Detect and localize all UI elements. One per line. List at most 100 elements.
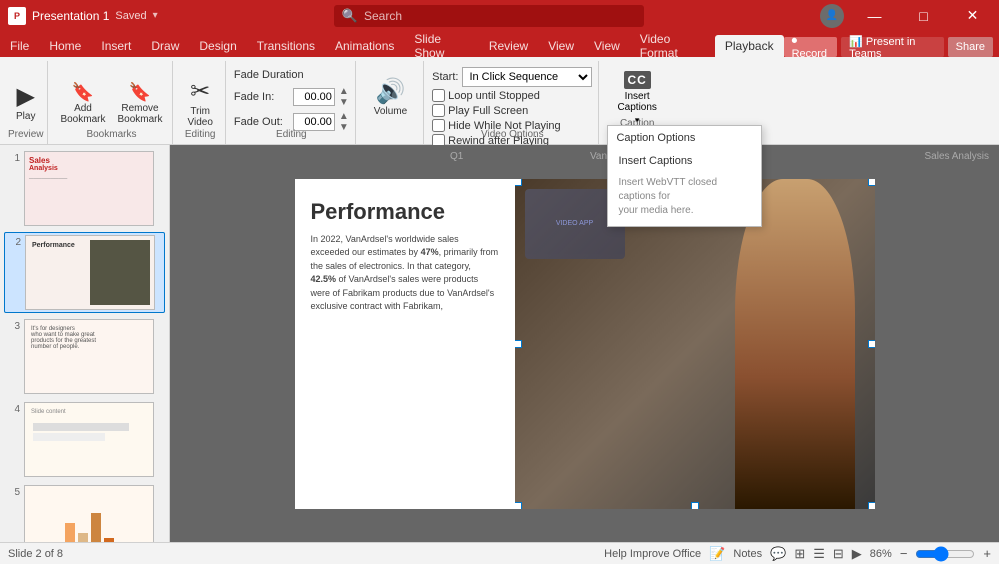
view-sort-icon[interactable]: ☰ (813, 546, 825, 562)
sel-handle-bc[interactable] (691, 502, 699, 509)
search-bar[interactable]: 🔍 (334, 5, 644, 27)
volume-icon: 🔊 (376, 80, 406, 104)
help-improve[interactable]: Help Improve Office (604, 548, 701, 560)
fade-group-label: Editing (228, 129, 355, 140)
perf-video-area[interactable]: VIDEO APP (515, 179, 875, 509)
notes-button[interactable]: 📝 (709, 546, 725, 562)
sel-handle-bl[interactable] (515, 502, 522, 509)
document-title: Presentation 1 (32, 9, 109, 23)
slide-thumb-5[interactable]: 5 (4, 483, 165, 542)
sel-handle-br[interactable] (868, 502, 875, 509)
titlebar-left: P Presentation 1 Saved ▾ (0, 7, 158, 25)
slide-thumb-4[interactable]: 4 Slide content (4, 400, 165, 479)
captions-dropdown-info: Insert WebVTT closed captions for your m… (608, 172, 761, 226)
zoom-in-icon[interactable]: + (983, 546, 991, 561)
tab-draw[interactable]: Draw (141, 35, 189, 57)
slide-num-2: 2 (7, 237, 21, 248)
tab-playback[interactable]: Playback (715, 35, 784, 57)
remove-bookmark-icon: 🔖 (129, 83, 151, 101)
play-icon: ▶ (16, 85, 34, 109)
tab-view2[interactable]: View (584, 35, 630, 57)
fade-group: Fade Duration Fade In: ▲▼ Fade Out: ▲▼ E… (228, 61, 356, 144)
comments-icon[interactable]: 💬 (770, 546, 786, 562)
slide-img-2: Performance (25, 235, 155, 310)
sel-handle-tr[interactable] (868, 179, 875, 186)
video-options-group: Start: In Click Sequence Automatically W… (426, 61, 599, 144)
restore-button[interactable]: □ (901, 0, 946, 31)
captions-group: CC InsertCaptions ▾ Caption Options Inse… (601, 61, 672, 144)
remove-bookmark-button[interactable]: 🔖 RemoveBookmark (113, 81, 166, 127)
cc-icon: CC (624, 71, 651, 89)
present-teams-button[interactable]: 📊 Present in Teams (841, 37, 944, 57)
play-button[interactable]: ▶ Play (10, 73, 41, 135)
zoom-slider[interactable] (915, 547, 975, 561)
tab-home[interactable]: Home (39, 35, 91, 57)
minimize-button[interactable]: — (852, 0, 897, 31)
fullscreen-checkbox-label[interactable]: Play Full Screen (432, 104, 528, 117)
save-status: Saved (115, 10, 146, 22)
loop-checkbox[interactable] (432, 89, 445, 102)
slide-info: Slide 2 of 8 (8, 548, 63, 560)
zoom-out-icon[interactable]: − (900, 546, 908, 561)
tab-animations[interactable]: Animations (325, 35, 404, 57)
editing-group-label: Editing (175, 129, 224, 140)
video-background: VIDEO APP (515, 179, 875, 509)
slide-canvas: Performance In 2022, VanArdsel's worldwi… (295, 179, 875, 509)
ribbon-content: ▶ Play Preview 🔖 AddBookmark 🔖 RemoveBoo… (0, 57, 999, 145)
tab-view1[interactable]: View (538, 35, 584, 57)
slide-thumb-3[interactable]: 3 It's for designerswho want to make gre… (4, 317, 165, 396)
tab-transitions[interactable]: Transitions (247, 35, 325, 57)
bookmarks-group-label: Bookmarks (50, 129, 172, 140)
fullscreen-checkbox[interactable] (432, 104, 445, 117)
start-label: Start: (432, 71, 458, 83)
statusbar-left: Slide 2 of 8 (8, 548, 63, 560)
analysis-label: Sales Analysis (925, 151, 989, 162)
view-normal-icon[interactable]: ⊞ (794, 546, 805, 562)
trim-video-icon: ✂ (190, 80, 210, 104)
slide-img-5 (24, 485, 154, 542)
start-select[interactable]: In Click Sequence Automatically When Cli… (462, 67, 592, 87)
view-reading-icon[interactable]: ⊟ (833, 546, 844, 562)
add-bookmark-button[interactable]: 🔖 AddBookmark (56, 81, 109, 127)
video-options-label: Video Options (426, 129, 598, 140)
avatar[interactable]: 👤 (820, 4, 844, 28)
sel-handle-tl[interactable] (515, 179, 522, 186)
bookmarks-group: 🔖 AddBookmark 🔖 RemoveBookmark Bookmarks (50, 61, 173, 144)
slide-img-4: Slide content (24, 402, 154, 477)
volume-button[interactable]: 🔊 Volume (368, 67, 413, 129)
slide-thumb-1[interactable]: 1 Sales Analysis ───────── (4, 149, 165, 228)
slide-img-3: It's for designerswho want to make great… (24, 319, 154, 394)
fade-in-input[interactable] (293, 88, 335, 106)
volume-group: 🔊 Volume (358, 61, 424, 144)
close-button[interactable]: ✕ (950, 0, 995, 31)
tab-file[interactable]: File (0, 35, 39, 57)
slide-content-area: Q1 VanArc... Sales Analysis Performance … (170, 145, 999, 542)
trim-video-button[interactable]: ✂ TrimVideo (181, 73, 218, 135)
tab-design[interactable]: Design (189, 35, 246, 57)
fade-duration-label: Fade Duration (234, 69, 349, 81)
loop-checkbox-label[interactable]: Loop until Stopped (432, 89, 540, 102)
sel-handle-ml[interactable] (515, 340, 522, 348)
tab-review[interactable]: Review (479, 35, 538, 57)
tab-videoformat[interactable]: Video Format (630, 35, 715, 57)
share-button[interactable]: Share (948, 37, 993, 57)
app-logo: P (8, 7, 26, 25)
search-input[interactable] (364, 9, 624, 23)
tab-slideshow[interactable]: Slide Show (404, 35, 478, 57)
captions-dropdown: Caption Options Insert Captions Insert W… (607, 125, 762, 227)
tab-insert[interactable]: Insert (91, 35, 141, 57)
preview-group-label: Preview (4, 129, 47, 140)
slide-img-1: Sales Analysis ───────── (24, 151, 154, 226)
sel-handle-mr[interactable] (868, 340, 875, 348)
editing-group: ✂ TrimVideo Editing (175, 61, 225, 144)
slide-num-3: 3 (6, 321, 20, 332)
slide-num-5: 5 (6, 487, 20, 498)
notes-label[interactable]: Notes (733, 548, 762, 560)
insert-captions-item[interactable]: Insert Captions (608, 150, 761, 172)
record-button[interactable]: ⏺ Record (784, 37, 838, 57)
slideshow-icon[interactable]: ▶ (852, 546, 862, 562)
slide-thumb-2[interactable]: 2 Performance (4, 232, 165, 313)
statusbar-right: Help Improve Office 📝 Notes 💬 ⊞ ☰ ⊟ ▶ 86… (604, 546, 991, 562)
titlebar-right: 👤 — □ ✕ (820, 0, 999, 31)
captions-dropdown-header: Caption Options (608, 126, 761, 150)
